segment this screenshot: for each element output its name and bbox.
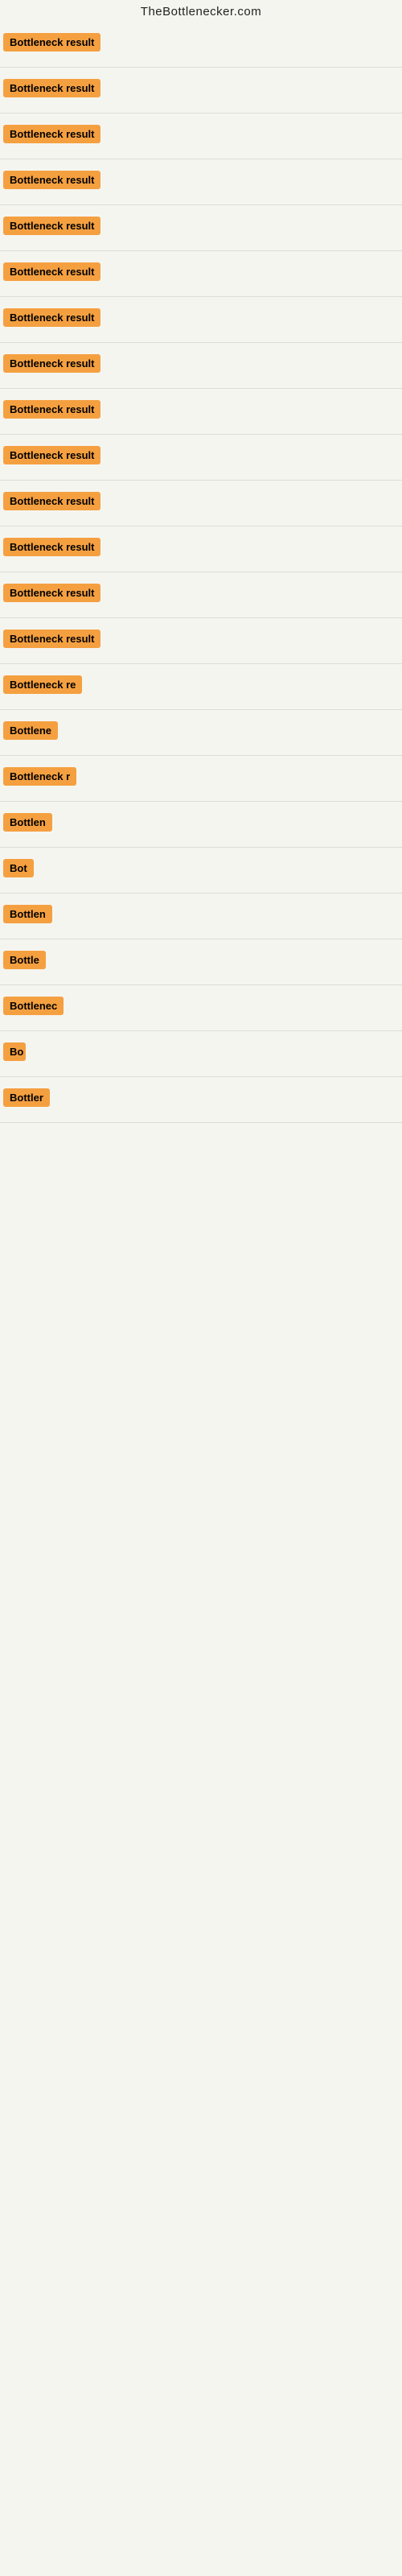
bottleneck-badge[interactable]: Bottleneck result [3,33,100,52]
result-row: Bot [0,848,402,894]
bottleneck-badge[interactable]: Bottleneck result [3,217,100,235]
result-row: Bottleneck result [0,297,402,343]
bottleneck-badge[interactable]: Bottlenec [3,997,64,1015]
result-row: Bottleneck result [0,22,402,68]
bottleneck-badge[interactable]: Bottleneck r [3,767,76,786]
rows-container: Bottleneck result Bottleneck result Bottle… [0,22,402,1123]
bottleneck-badge[interactable]: Bottleneck result [3,262,100,281]
bottleneck-badge[interactable]: Bottleneck result [3,308,100,327]
result-row: Bottle [0,939,402,985]
result-row: Bo [0,1031,402,1077]
result-row: Bottleneck result [0,481,402,526]
bottleneck-badge[interactable]: Bottleneck result [3,400,100,419]
site-header: TheBottlenecker.com [0,0,402,22]
result-row: Bottler [0,1077,402,1123]
bottleneck-badge[interactable]: Bottler [3,1088,50,1107]
result-row: Bottleneck result [0,343,402,389]
bottleneck-badge[interactable]: Bottlen [3,813,52,832]
page-wrapper: TheBottlenecker.com Bottleneck resultBot… [0,0,402,2576]
bottleneck-badge[interactable]: Bottleneck result [3,171,100,189]
result-row: Bottleneck result [0,435,402,481]
bottleneck-badge[interactable]: Bottlen [3,905,52,923]
result-row: Bottlen [0,802,402,848]
result-row: Bottleneck result [0,114,402,159]
bottleneck-badge[interactable]: Bottle [3,951,46,969]
bottleneck-badge[interactable]: Bottlene [3,721,58,740]
result-row: Bottlenec [0,985,402,1031]
bottleneck-badge[interactable]: Bottleneck re [3,675,82,694]
bottleneck-badge[interactable]: Bottleneck result [3,492,100,510]
bottleneck-badge[interactable]: Bottleneck result [3,79,100,97]
bottleneck-badge[interactable]: Bottleneck result [3,125,100,143]
bottleneck-badge[interactable]: Bottleneck result [3,446,100,464]
result-row: Bottleneck r [0,756,402,802]
result-row: Bottleneck result [0,251,402,297]
bottleneck-badge[interactable]: Bottleneck result [3,584,100,602]
site-title: TheBottlenecker.com [141,5,261,19]
bottleneck-badge[interactable]: Bottleneck result [3,630,100,648]
bottleneck-badge[interactable]: Bo [3,1042,26,1061]
result-row: Bottleneck result [0,68,402,114]
result-row: Bottleneck result [0,205,402,251]
bottleneck-badge[interactable]: Bot [3,859,34,877]
result-row: Bottleneck result [0,618,402,664]
bottleneck-badge[interactable]: Bottleneck result [3,538,100,556]
result-row: Bottlene [0,710,402,756]
result-row: Bottleneck result [0,389,402,435]
result-row: Bottleneck result [0,159,402,205]
result-row: Bottleneck result [0,526,402,572]
result-row: Bottlen [0,894,402,939]
result-row: Bottleneck re [0,664,402,710]
bottleneck-badge[interactable]: Bottleneck result [3,354,100,373]
result-row: Bottleneck result [0,572,402,618]
